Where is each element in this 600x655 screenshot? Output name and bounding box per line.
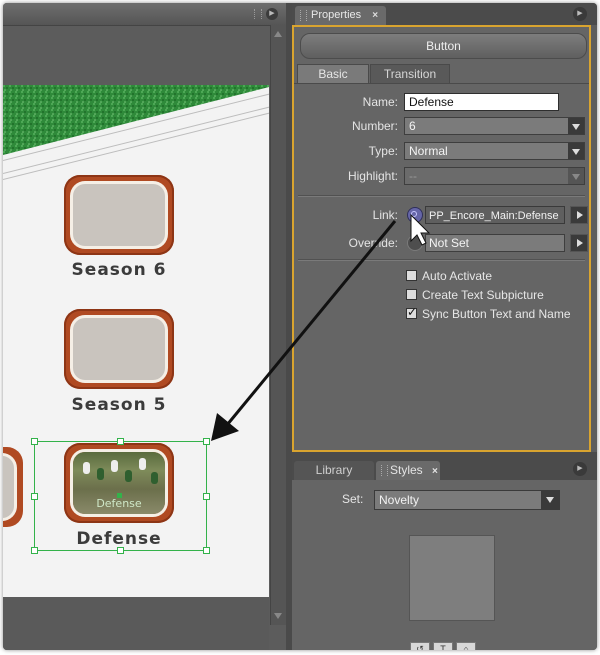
- annotation-arrow: [211, 213, 431, 441]
- arrow-line: [225, 220, 397, 426]
- application-window: ▶ Season 6 Season 5 Defense Defense Prop…: [3, 3, 597, 650]
- mouse-cursor-icon: [410, 213, 431, 246]
